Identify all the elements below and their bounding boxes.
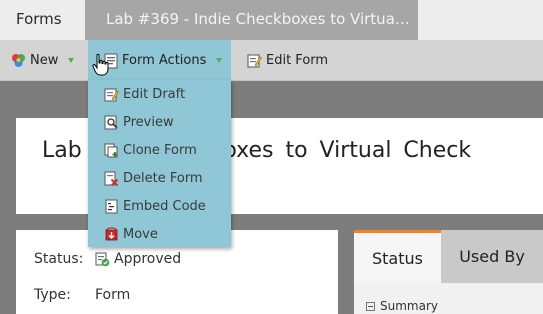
tab-used-by-label: Used By (459, 247, 525, 266)
tab-lab-369[interactable]: Lab #369 - Indie Checkboxes to Virtua… (85, 0, 418, 40)
tab-forms-label: Forms (16, 10, 62, 28)
move-icon (104, 227, 119, 242)
type-value: Form (95, 287, 131, 303)
menu-item-label: Clone Form (123, 142, 197, 158)
edit-form-button[interactable]: Edit Form (247, 40, 328, 81)
menu-item-preview[interactable]: Preview (88, 108, 231, 136)
edit-form-icon (247, 53, 262, 68)
new-icon (11, 53, 26, 68)
top-tab-bar: Forms Lab #369 - Indie Checkboxes to Vir… (0, 0, 543, 40)
status-label: Status: (34, 251, 84, 267)
menu-item-label: Preview (123, 114, 174, 130)
new-button[interactable]: New (11, 40, 75, 81)
menu-item-edit-draft[interactable]: Edit Draft (88, 80, 231, 108)
preview-icon (104, 115, 119, 130)
menu-item-label: Delete Form (123, 170, 203, 186)
hand-cursor-icon (92, 53, 110, 81)
tab-status-label: Status (372, 249, 423, 268)
collapse-icon (366, 301, 375, 311)
status-value-text: Approved (114, 251, 182, 267)
menu-item-move[interactable]: Move (88, 220, 231, 248)
details-tabs-panel: Status Used By Summary (354, 230, 543, 314)
chevron-down-icon (68, 58, 75, 63)
page-title-left: Lab (42, 138, 82, 163)
menu-item-embed-code[interactable]: Embed Code (88, 192, 231, 220)
menu-item-delete-form[interactable]: Delete Form (88, 164, 231, 192)
tab-used-by[interactable]: Used By (441, 230, 543, 283)
menu-item-label: Edit Draft (123, 86, 186, 102)
status-value: Approved (95, 251, 181, 267)
menu-item-label: Embed Code (123, 198, 206, 214)
new-button-label: New (30, 53, 59, 68)
form-actions-menu: Edit Draft Preview Clone Form Delete For… (88, 80, 231, 247)
embed-code-icon (104, 199, 119, 214)
menu-item-label: Move (123, 226, 158, 242)
toolbar: New Form Actions Edit Form (0, 40, 543, 81)
chevron-down-icon (216, 58, 223, 63)
tab-forms[interactable]: Forms (0, 0, 85, 40)
clone-form-icon (104, 143, 119, 158)
delete-form-icon (104, 171, 119, 186)
tab-status[interactable]: Status (354, 230, 441, 283)
type-label: Type: (34, 287, 71, 303)
summary-toggle[interactable]: Summary (366, 299, 438, 313)
summary-label: Summary (380, 299, 438, 313)
tab-lab-369-label: Lab #369 - Indie Checkboxes to Virtua… (106, 10, 410, 28)
form-actions-label: Form Actions (122, 53, 207, 68)
menu-item-clone-form[interactable]: Clone Form (88, 136, 231, 164)
edit-draft-icon (104, 87, 119, 102)
edit-form-label: Edit Form (266, 53, 329, 68)
approved-icon (95, 252, 110, 267)
